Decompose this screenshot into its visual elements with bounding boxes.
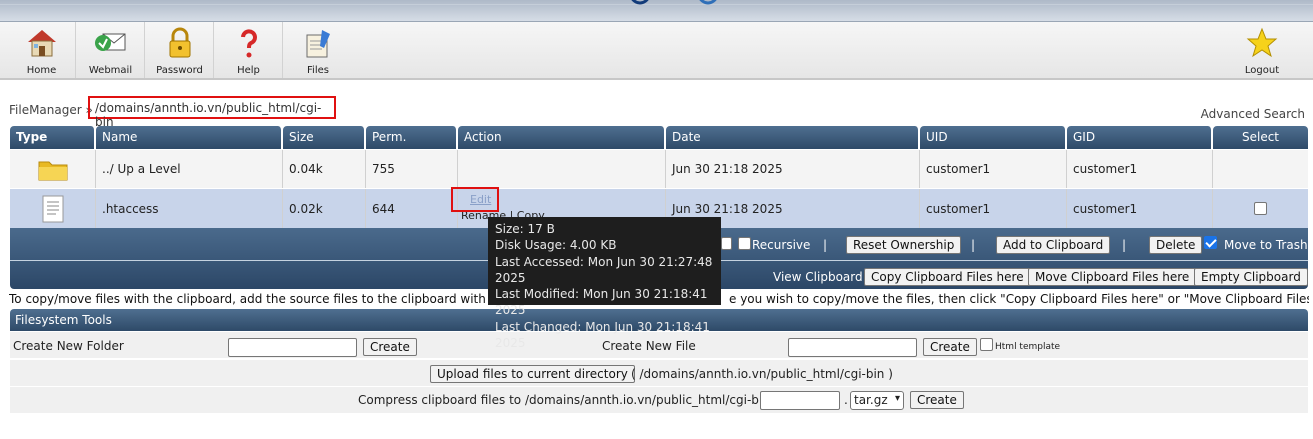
tooltip-disk-usage: Disk Usage: 4.00 KB (495, 238, 617, 253)
nav-files[interactable]: Files (284, 22, 352, 78)
create-file-button[interactable]: Create (923, 338, 977, 356)
tooltip-last-accessed: Last Accessed: Mon Jun 30 21:27:48 2025 (495, 254, 713, 285)
compress-filename-input[interactable] (760, 391, 840, 410)
nav-home[interactable]: Home (8, 22, 76, 78)
reset-ownership-button[interactable]: Reset Ownership (846, 236, 962, 254)
row-name[interactable]: .htaccess (96, 189, 283, 228)
compress-create-button[interactable]: Create (910, 391, 964, 409)
copy-clipboard-here-button[interactable]: Copy Clipboard Files here (864, 268, 1031, 286)
col-name[interactable]: Name (96, 126, 282, 149)
row-perm[interactable]: 644 (366, 189, 458, 228)
clipboard-help-left: To copy/move files with the clipboard, a… (9, 292, 511, 306)
recursive-label: Recursive (752, 238, 811, 252)
separator: | (971, 238, 976, 252)
upload-row: Upload files to current directory ( /dom… (10, 360, 1308, 386)
row-name[interactable]: ../ Up a Level (96, 150, 283, 188)
nav-password-label: Password (156, 65, 203, 76)
html-template-checkbox[interactable] (980, 338, 993, 351)
nav-logout-label: Logout (1244, 65, 1280, 76)
html-template-label: Html template (995, 342, 1061, 352)
create-folder-label: Create New Folder (13, 339, 124, 353)
nav-help-label: Help (237, 65, 260, 76)
tooltip-last-modified: Last Modified: Mon Jun 30 21:18:41 2025 (495, 287, 708, 318)
compress-dot: . (844, 393, 848, 407)
nav-home-label: Home (26, 65, 57, 76)
owner-checkbox[interactable] (721, 237, 732, 250)
nav-password[interactable]: Password (146, 22, 214, 78)
col-type[interactable]: Type (10, 126, 95, 149)
move-to-trash-checkbox[interactable] (1204, 236, 1217, 249)
table-row[interactable]: ../ Up a Level 0.04k 755 Jun 30 21:18 20… (10, 150, 1308, 188)
col-gid[interactable]: GID (1067, 126, 1212, 149)
row-uid: customer1 (920, 150, 1067, 188)
nav-bar: Home Webmail Password Help Files Logout (0, 22, 1313, 80)
empty-clipboard-button[interactable]: Empty Clipboard (1194, 268, 1308, 286)
folder-icon (38, 161, 67, 181)
move-clipboard-here-button[interactable]: Move Clipboard Files here (1028, 268, 1197, 286)
nav-webmail[interactable]: Webmail (77, 22, 145, 78)
row-gid: customer1 (1067, 150, 1213, 188)
create-folder-button[interactable]: Create (363, 338, 417, 356)
files-icon (306, 30, 330, 58)
recursive-checkbox[interactable] (738, 237, 751, 250)
col-perm[interactable]: Perm. (366, 126, 457, 149)
edit-highlight (451, 187, 499, 212)
tooltip-size: Size: 17 B (495, 222, 555, 236)
breadcrumb-path[interactable]: /domains/annth.io.vn/public_html/cgi-bin (88, 96, 336, 129)
view-clipboard-link[interactable]: View Clipboard (773, 270, 863, 284)
separator: | (1122, 238, 1127, 252)
select-checkbox[interactable] (1254, 202, 1267, 215)
help-icon (240, 29, 257, 58)
new-folder-input[interactable] (228, 338, 357, 357)
star-icon (1246, 27, 1278, 58)
row-size: 0.04k (283, 150, 366, 188)
compress-format-select[interactable]: tar.gz ▾ (850, 391, 904, 410)
tooltip-last-changed: Last Changed: Mon Jun 30 21:18:41 2025 (495, 319, 710, 351)
delete-button[interactable]: Delete (1149, 236, 1203, 254)
col-action: Action (458, 126, 665, 149)
row-perm[interactable]: 755 (366, 150, 458, 188)
webmail-icon (94, 33, 125, 51)
row-uid: customer1 (920, 189, 1067, 228)
nav-files-label: Files (307, 65, 329, 76)
add-to-clipboard-button[interactable]: Add to Clipboard (996, 236, 1111, 254)
row-type (10, 189, 96, 228)
file-icon (42, 195, 63, 222)
col-size[interactable]: Size (283, 126, 365, 149)
compress-format-value: tar.gz (854, 393, 888, 407)
col-date[interactable]: Date (666, 126, 919, 149)
breadcrumb-root[interactable]: FileManager » (9, 103, 93, 117)
row-date: Jun 30 21:18 2025 (666, 150, 920, 188)
lock-icon (169, 27, 190, 58)
row-select (1213, 189, 1308, 228)
brand-logo (631, 0, 717, 5)
clipboard-help-right: e you wish to copy/move the files, then … (729, 292, 1309, 306)
new-file-input[interactable] (788, 338, 917, 357)
row-select (1213, 150, 1308, 188)
home-icon (27, 30, 56, 57)
advanced-search-link[interactable]: Advanced Search (1201, 107, 1305, 121)
top-banner (0, 0, 1313, 22)
compress-label: Compress clipboard files to /domains/ann… (358, 393, 774, 407)
row-action (458, 150, 666, 188)
row-gid: customer1 (1067, 189, 1213, 228)
compress-row: Compress clipboard files to /domains/ann… (10, 387, 1308, 413)
col-uid[interactable]: UID (920, 126, 1066, 149)
col-select: Select (1213, 126, 1308, 149)
separator: | (823, 238, 828, 252)
row-type (10, 150, 96, 188)
nav-webmail-label: Webmail (88, 65, 133, 76)
chevron-down-icon: ▾ (894, 393, 900, 404)
nav-help[interactable]: Help (215, 22, 283, 78)
row-size: 0.02k (283, 189, 366, 228)
upload-path: ( /domains/annth.io.vn/public_html/cgi-b… (631, 367, 893, 381)
nav-logout[interactable]: Logout (1228, 22, 1296, 78)
move-to-trash-label: Move to Trash (1224, 238, 1308, 252)
upload-button[interactable]: Upload files to current directory (430, 365, 635, 383)
file-info-tooltip: Size: 17 B Disk Usage: 4.00 KB Last Acce… (488, 217, 721, 350)
